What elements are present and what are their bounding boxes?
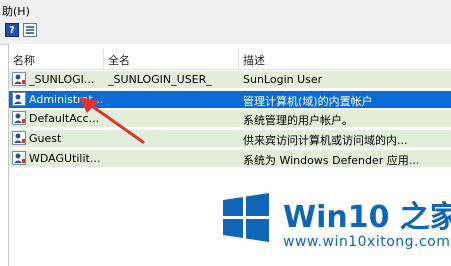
properties-icon[interactable] [23,23,37,37]
user-name: WDAGUtilit... [29,152,101,165]
help-icon[interactable]: ? [5,23,19,37]
user-icon [12,111,26,125]
user-icon [12,151,26,165]
user-name: _SUNLOGI... [29,73,95,86]
user-icon [12,92,26,106]
red-arrow-annotation [79,97,145,144]
menu-help[interactable]: 助(H) [2,3,30,19]
watermark-url: www.win10xitong.com [283,234,451,250]
column-header-name[interactable]: 名称 [13,52,35,68]
column-divider[interactable] [238,49,239,69]
user-description: 供来宾访问计算机或访问域的内... [243,134,408,147]
column-divider[interactable] [103,49,104,69]
user-fullname: _SUNLOGIN_USER_ [108,73,212,86]
user-icon [12,131,26,145]
toolbar: ? [0,20,451,45]
column-header-fullname[interactable]: 全名 [108,52,130,68]
user-description: 管理计算机(域)的内置帐户 [243,95,373,108]
watermark-brand: Win10 之家 [283,200,451,235]
user-icon [12,72,26,86]
user-description: 系统管理的用户帐户。 [243,114,353,127]
windows-logo-icon [223,193,269,242]
user-description: SunLogin User [243,73,323,86]
menu-bar: 助(H) [0,0,451,20]
list-header: 名称 全名 描述 [9,49,451,70]
user-row[interactable]: _SUNLOGI... _SUNLOGIN_USER_ SunLogin Use… [9,71,451,88]
watermark: Win10 之家 www.win10xitong.com [215,182,451,266]
user-row[interactable]: WDAGUtilit... 系统为 Windows Defender 应用... [9,150,451,167]
user-name: Guest [29,132,62,145]
user-description: 系统为 Windows Defender 应用... [243,154,420,167]
column-header-description[interactable]: 描述 [243,52,265,68]
